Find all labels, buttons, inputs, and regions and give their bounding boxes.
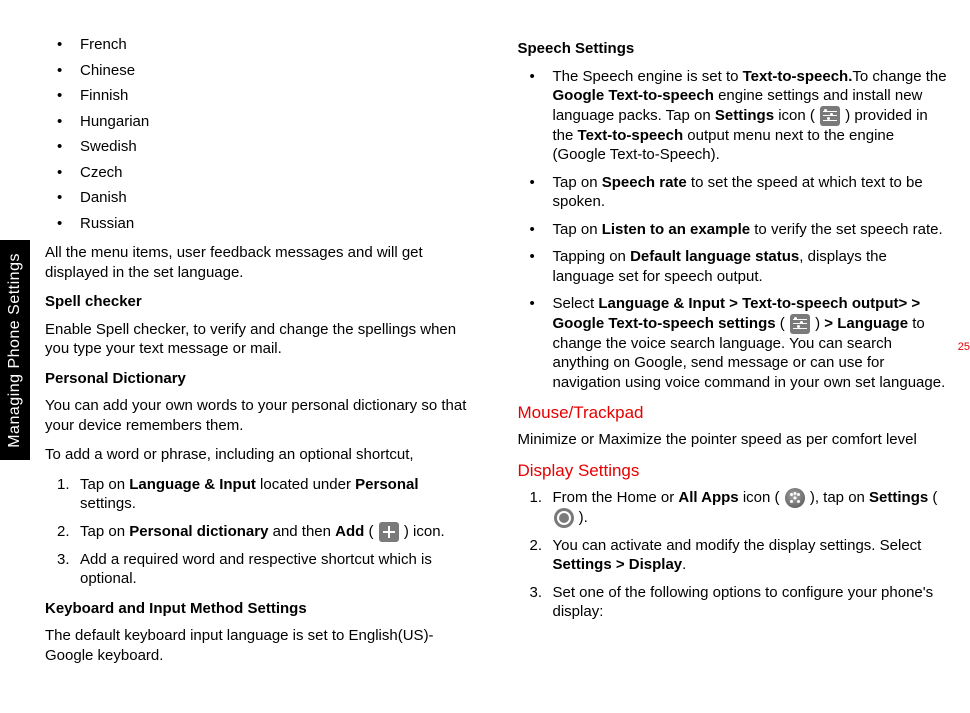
sidebar-tab: Managing Phone Settings xyxy=(0,240,30,460)
language-list: French Chinese Finnish Hungarian Swedish… xyxy=(45,35,478,233)
bullet-list: The Speech engine is set to Text-to-spee… xyxy=(518,67,951,393)
list-item: Select Language & Input > Text-to-speech… xyxy=(518,294,951,392)
plus-icon xyxy=(379,522,399,542)
body-text: The default keyboard input language is s… xyxy=(45,626,478,665)
list-item: Finnish xyxy=(45,86,478,106)
body-text: Minimize or Maximize the pointer speed a… xyxy=(518,430,951,450)
list-item: 2. Tap on Personal dictionary and then A… xyxy=(45,522,478,542)
list-item: Tap on Listen to an example to verify th… xyxy=(518,220,951,240)
body-text: To add a word or phrase, including an op… xyxy=(45,445,478,465)
gear-icon xyxy=(554,508,574,528)
list-item: 3. Add a required word and respective sh… xyxy=(45,550,478,589)
subheading: Speech Settings xyxy=(518,39,951,59)
list-item: Swedish xyxy=(45,137,478,157)
all-apps-icon xyxy=(785,488,805,508)
list-item: 2. You can activate and modify the displ… xyxy=(518,536,951,575)
list-item: 1. From the Home or All Apps icon ( ), t… xyxy=(518,488,951,528)
list-item: Hungarian xyxy=(45,112,478,132)
list-item: Czech xyxy=(45,163,478,183)
list-item: 1. Tap on Language & Input located under… xyxy=(45,475,478,514)
right-column: Speech Settings The Speech engine is set… xyxy=(518,35,951,693)
sliders-icon xyxy=(820,106,840,126)
body-text: You can add your own words to your perso… xyxy=(45,396,478,435)
list-item: The Speech engine is set to Text-to-spee… xyxy=(518,67,951,165)
body-text: All the menu items, user feedback messag… xyxy=(45,243,478,282)
section-title: Mouse/Trackpad xyxy=(518,402,951,424)
sliders-icon xyxy=(790,314,810,334)
subheading: Keyboard and Input Method Settings xyxy=(45,599,478,619)
list-item: Tapping on Default language status, disp… xyxy=(518,247,951,286)
body-text: Enable Spell checker, to verify and chan… xyxy=(45,320,478,359)
list-item: French xyxy=(45,35,478,55)
ordered-list: 1. From the Home or All Apps icon ( ), t… xyxy=(518,488,951,622)
subheading: Spell checker xyxy=(45,292,478,312)
page-content: French Chinese Finnish Hungarian Swedish… xyxy=(45,35,950,693)
list-item: Russian xyxy=(45,214,478,234)
sidebar-label: Managing Phone Settings xyxy=(5,253,26,448)
list-item: Danish xyxy=(45,188,478,208)
section-title: Display Settings xyxy=(518,460,951,482)
list-item: Tap on Speech rate to set the speed at w… xyxy=(518,173,951,212)
subheading: Personal Dictionary xyxy=(45,369,478,389)
list-item: Chinese xyxy=(45,61,478,81)
page-number: 25 xyxy=(958,340,970,354)
ordered-list: 1. Tap on Language & Input located under… xyxy=(45,475,478,589)
left-column: French Chinese Finnish Hungarian Swedish… xyxy=(45,35,478,693)
list-item: 3. Set one of the following options to c… xyxy=(518,583,951,622)
